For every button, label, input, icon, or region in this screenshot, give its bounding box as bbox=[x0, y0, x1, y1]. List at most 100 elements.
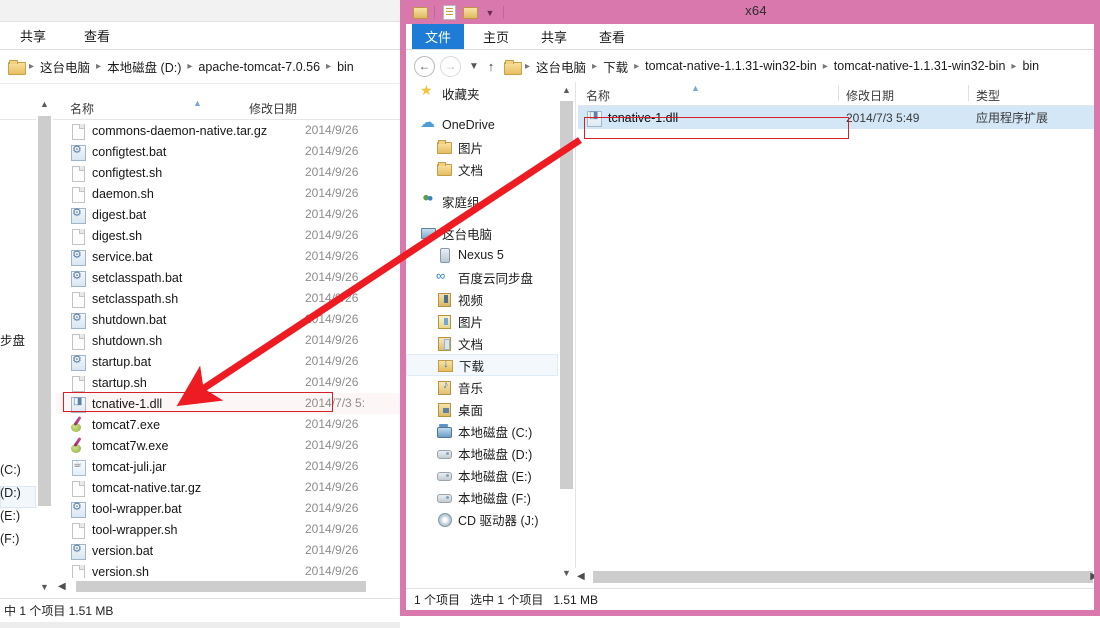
sidebar-item-12[interactable]: 音乐 bbox=[406, 376, 558, 398]
scroll-left-icon[interactable]: ◀ bbox=[58, 578, 66, 596]
sidebar-item-3[interactable]: 文档 bbox=[406, 158, 558, 180]
forward-button[interactable]: → bbox=[440, 55, 461, 77]
table-row[interactable]: configtest.sh 2014/9/26 bbox=[56, 162, 400, 183]
right-explorer-window: ▼ x64 文件 主页 共享 查看 ← → ▼ ↑ ▸ 这台电脑 ▸ 下载 ▸ … bbox=[400, 0, 1100, 616]
selection-size: 1.51 MB bbox=[553, 592, 599, 607]
table-row[interactable]: tool-wrapper.bat 2014/9/26 bbox=[56, 498, 400, 519]
recent-locations-icon[interactable]: ▼ bbox=[466, 61, 482, 72]
column-divider[interactable] bbox=[968, 85, 969, 101]
left-column-name[interactable]: 名称 bbox=[70, 100, 94, 117]
scroll-up-icon[interactable]: ▲ bbox=[558, 82, 575, 99]
left-nav-fragment[interactable]: (D:) bbox=[0, 486, 21, 500]
table-row[interactable]: configtest.bat 2014/9/26 bbox=[56, 141, 400, 162]
right-address-bar[interactable]: ← → ▼ ↑ ▸ 这台电脑 ▸ 下载 ▸ tomcat-native-1.1.… bbox=[406, 50, 1094, 82]
file-row-tcnative[interactable]: tcnative-1.dll 2014/7/3 5:49 应用程序扩展 bbox=[578, 106, 1094, 129]
table-row[interactable]: setclasspath.sh 2014/9/26 bbox=[56, 288, 400, 309]
tab-share[interactable]: 共享 bbox=[528, 24, 580, 49]
right-horizontal-scrollbar[interactable]: ◀ ▶ bbox=[575, 568, 1094, 586]
table-row[interactable]: digest.sh 2014/9/26 bbox=[56, 225, 400, 246]
sidebar-item-6[interactable]: Nexus 5 bbox=[406, 244, 558, 266]
left-nav-fragment[interactable]: (E:) bbox=[0, 509, 20, 523]
table-row[interactable]: tool-wrapper.sh 2014/9/26 bbox=[56, 519, 400, 540]
breadcrumb-separator: ▸ bbox=[634, 60, 640, 72]
right-column-type[interactable]: 类型 bbox=[976, 87, 1000, 104]
sidebar-item-0[interactable]: 收藏夹 bbox=[406, 82, 558, 104]
sidebar-item-5[interactable]: 这台电脑 bbox=[406, 222, 558, 244]
sidebar-item-16[interactable]: 本地磁盘 (E:) bbox=[406, 464, 558, 486]
scrollbar-thumb[interactable] bbox=[593, 571, 1093, 583]
table-row[interactable]: setclasspath.bat 2014/9/26 bbox=[56, 267, 400, 288]
sidebar-item-13[interactable]: 桌面 bbox=[406, 398, 558, 420]
right-nav-scrollbar[interactable]: ▲ ▼ bbox=[558, 82, 575, 582]
left-tab-view[interactable]: 查看 bbox=[78, 24, 116, 47]
table-row[interactable]: commons-daemon-native.tar.gz 2014/9/26 bbox=[56, 120, 400, 141]
file-date: 2014/9/26 bbox=[305, 123, 359, 137]
sidebar-item-11[interactable]: 下载 bbox=[406, 354, 558, 376]
left-vertical-scrollbar[interactable]: ▲ ▼ bbox=[36, 96, 53, 596]
right-breadcrumb-bin[interactable]: bin bbox=[1019, 59, 1042, 73]
left-breadcrumb-disk-d[interactable]: 本地磁盘 (D:) bbox=[104, 57, 184, 76]
right-breadcrumb-tomcat-native-outer[interactable]: tomcat-native-1.1.31-win32-bin bbox=[642, 59, 820, 73]
left-address-bar[interactable]: ▸ 这台电脑 ▸ 本地磁盘 (D:) ▸ apache-tomcat-7.0.5… bbox=[0, 50, 400, 84]
sidebar-item-7[interactable]: 百度云同步盘 bbox=[406, 266, 558, 288]
tab-file[interactable]: 文件 bbox=[412, 24, 464, 49]
table-row[interactable]: version.bat 2014/9/26 bbox=[56, 540, 400, 561]
sidebar-item-17[interactable]: 本地磁盘 (F:) bbox=[406, 486, 558, 508]
file-name: startup.sh bbox=[92, 375, 147, 390]
scroll-up-icon[interactable]: ▲ bbox=[36, 96, 53, 113]
scroll-down-icon[interactable]: ▼ bbox=[558, 565, 575, 582]
sidebar-item-1[interactable]: OneDrive bbox=[406, 113, 558, 136]
table-row[interactable]: version.sh 2014/9/26 bbox=[56, 561, 400, 578]
table-row[interactable]: tomcat-juli.jar 2014/9/26 bbox=[56, 456, 400, 477]
file-date: 2014/9/26 bbox=[305, 543, 359, 557]
table-row[interactable]: shutdown.bat 2014/9/26 bbox=[56, 309, 400, 330]
folder-icon bbox=[8, 60, 26, 75]
right-column-date[interactable]: 修改日期 bbox=[846, 87, 894, 104]
table-row[interactable]: tomcat7w.exe 2014/9/26 bbox=[56, 435, 400, 456]
scrollbar-thumb[interactable] bbox=[38, 116, 51, 506]
sidebar-item-18[interactable]: CD 驱动器 (J:) bbox=[406, 508, 558, 530]
table-row[interactable]: tcnative-1.dll 2014/7/3 5: bbox=[56, 393, 400, 414]
sidebar-item-9[interactable]: 图片 bbox=[406, 310, 558, 332]
table-row[interactable]: tomcat-native.tar.gz 2014/9/26 bbox=[56, 477, 400, 498]
sidebar-item-10[interactable]: 文档 bbox=[406, 332, 558, 354]
right-column-name[interactable]: 名称 bbox=[586, 87, 610, 104]
table-row[interactable]: service.bat 2014/9/26 bbox=[56, 246, 400, 267]
file-date: 2014/9/26 bbox=[305, 186, 359, 200]
up-button[interactable]: ↑ bbox=[482, 59, 500, 74]
left-column-date[interactable]: 修改日期 bbox=[249, 100, 297, 117]
sidebar-item-2[interactable]: 图片 bbox=[406, 136, 558, 158]
sidebar-item-14[interactable]: 本地磁盘 (C:) bbox=[406, 420, 558, 442]
file-name: tomcat7w.exe bbox=[92, 438, 169, 453]
sidebar-item-8[interactable]: 视频 bbox=[406, 288, 558, 310]
left-nav-fragment[interactable]: 步盘 bbox=[0, 330, 25, 349]
sidebar-item-4[interactable]: 家庭组 bbox=[406, 190, 558, 212]
scroll-right-icon[interactable]: ▶ bbox=[1090, 568, 1094, 586]
scroll-down-icon[interactable]: ▼ bbox=[36, 579, 53, 596]
left-nav-fragment[interactable]: (C:) bbox=[0, 463, 21, 477]
sidebar-item-15[interactable]: 本地磁盘 (D:) bbox=[406, 442, 558, 464]
left-horizontal-scrollbar[interactable]: ◀ bbox=[56, 578, 400, 596]
tab-home[interactable]: 主页 bbox=[470, 24, 522, 49]
right-window-title-bar[interactable]: ▼ x64 bbox=[406, 0, 1094, 24]
table-row[interactable]: startup.bat 2014/9/26 bbox=[56, 351, 400, 372]
right-breadcrumb-downloads[interactable]: 下载 bbox=[600, 57, 631, 76]
left-nav-fragment[interactable]: (F:) bbox=[0, 532, 19, 546]
column-divider[interactable] bbox=[838, 85, 839, 101]
left-breadcrumb-this-pc[interactable]: 这台电脑 bbox=[37, 57, 93, 76]
tab-view[interactable]: 查看 bbox=[586, 24, 638, 49]
left-tab-share[interactable]: 共享 bbox=[14, 24, 52, 47]
table-row[interactable]: tomcat7.exe 2014/9/26 bbox=[56, 414, 400, 435]
scrollbar-thumb[interactable] bbox=[560, 101, 573, 489]
scroll-left-icon[interactable]: ◀ bbox=[577, 568, 585, 586]
table-row[interactable]: startup.sh 2014/9/26 bbox=[56, 372, 400, 393]
right-breadcrumb-this-pc[interactable]: 这台电脑 bbox=[533, 57, 589, 76]
table-row[interactable]: digest.bat 2014/9/26 bbox=[56, 204, 400, 225]
table-row[interactable]: daemon.sh 2014/9/26 bbox=[56, 183, 400, 204]
left-breadcrumb-bin[interactable]: bin bbox=[334, 60, 357, 74]
right-breadcrumb-tomcat-native-inner[interactable]: tomcat-native-1.1.31-win32-bin bbox=[831, 59, 1009, 73]
scrollbar-thumb[interactable] bbox=[76, 581, 366, 592]
table-row[interactable]: shutdown.sh 2014/9/26 bbox=[56, 330, 400, 351]
back-button[interactable]: ← bbox=[414, 55, 435, 77]
left-breadcrumb-tomcat[interactable]: apache-tomcat-7.0.56 bbox=[195, 60, 323, 74]
